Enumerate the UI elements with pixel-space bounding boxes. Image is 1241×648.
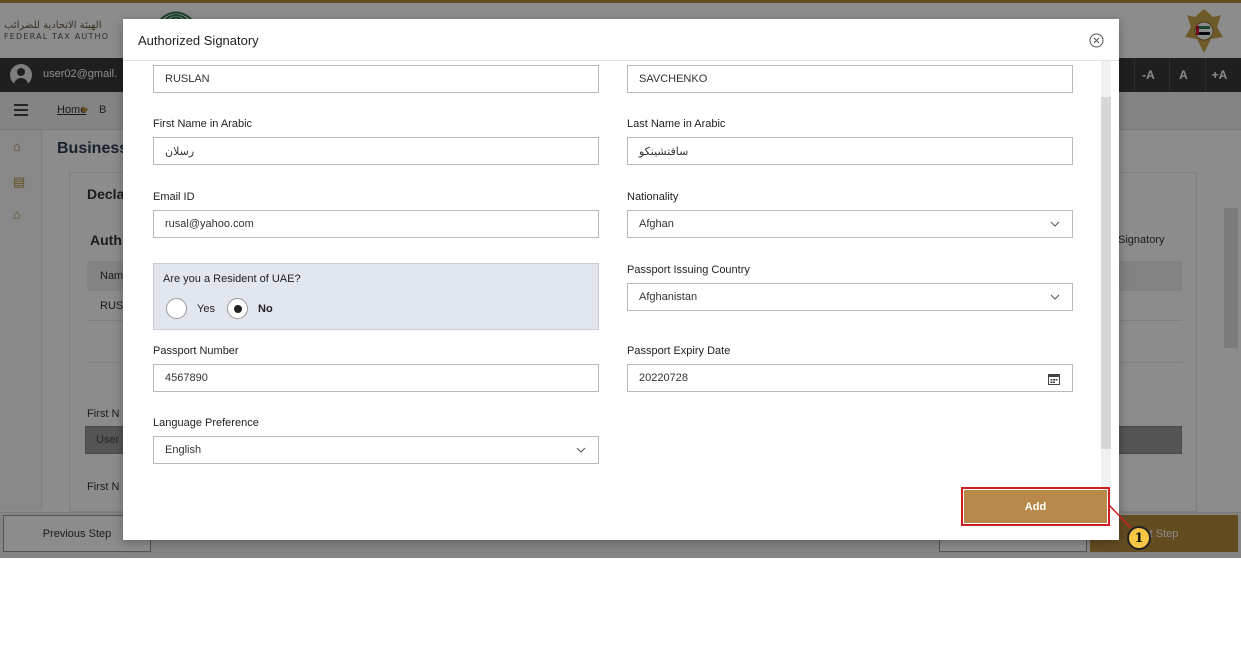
last-name-arabic-value: سافتشينكو	[639, 144, 689, 158]
add-button[interactable]: Add	[961, 487, 1110, 526]
passport-country-select[interactable]: Afghanistan	[627, 283, 1073, 311]
first-name-field[interactable]: RUSLAN	[153, 65, 599, 93]
resident-yes-radio[interactable]	[166, 298, 187, 319]
calendar-icon[interactable]	[1048, 373, 1060, 385]
modal-title: Authorized Signatory	[138, 33, 259, 48]
authorized-signatory-modal: Authorized Signatory RUSLAN SAVCHENKO Fi…	[123, 19, 1119, 540]
close-icon[interactable]	[1089, 33, 1104, 48]
last-name-field[interactable]: SAVCHENKO	[627, 65, 1073, 93]
language-select[interactable]: English	[153, 436, 599, 464]
first-name-arabic-value: رسلان	[165, 144, 195, 158]
last-name-arabic-field[interactable]: سافتشينكو	[627, 137, 1073, 165]
email-field[interactable]: rusal@yahoo.com	[153, 210, 599, 238]
passport-country-value: Afghanistan	[639, 291, 698, 303]
resident-question: Are you a Resident of UAE?	[163, 273, 301, 285]
step-number-badge: 1	[1127, 526, 1151, 550]
first-name-arabic-field[interactable]: رسلان	[153, 137, 599, 165]
resident-question-box: Are you a Resident of UAE? Yes No	[153, 263, 599, 330]
resident-no-radio[interactable]	[227, 298, 248, 319]
last-name-value: SAVCHENKO	[639, 73, 708, 85]
last-name-arabic-label: Last Name in Arabic	[627, 118, 726, 130]
chevron-down-icon	[576, 447, 586, 453]
passport-expiry-value: 20220728	[639, 372, 688, 384]
nationality-label: Nationality	[627, 191, 679, 203]
passport-number-value: 4567890	[165, 372, 208, 384]
first-name-value: RUSLAN	[165, 73, 210, 85]
passport-country-label: Passport Issuing Country	[627, 264, 750, 276]
passport-number-label: Passport Number	[153, 345, 239, 357]
modal-header: Authorized Signatory	[123, 19, 1119, 61]
nationality-value: Afghan	[639, 218, 674, 230]
passport-expiry-field[interactable]: 20220728	[627, 364, 1073, 392]
email-label: Email ID	[153, 191, 195, 203]
chevron-down-icon	[1050, 294, 1060, 300]
nationality-select[interactable]: Afghan	[627, 210, 1073, 238]
passport-number-field[interactable]: 4567890	[153, 364, 599, 392]
modal-scrollbar-thumb[interactable]	[1101, 97, 1111, 449]
first-name-arabic-label: First Name in Arabic	[153, 118, 253, 130]
email-value: rusal@yahoo.com	[165, 218, 254, 230]
language-label: Language Preference	[153, 417, 259, 429]
resident-yes-label: Yes	[197, 303, 215, 315]
resident-no-label: No	[258, 303, 273, 315]
chevron-down-icon	[1050, 221, 1060, 227]
language-value: English	[165, 444, 202, 456]
passport-expiry-label: Passport Expiry Date	[627, 345, 731, 357]
